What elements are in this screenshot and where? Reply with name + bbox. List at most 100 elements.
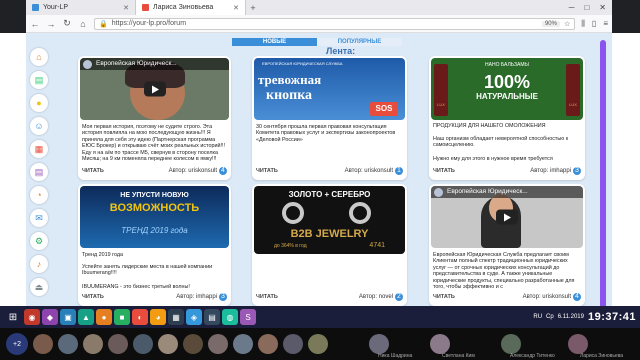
tab-new[interactable]: НОВЫЕ bbox=[232, 38, 317, 46]
card-author[interactable]: Автор: imhappi bbox=[530, 168, 571, 174]
play-icon[interactable] bbox=[143, 81, 166, 97]
sidebar-icon[interactable]: ▯ bbox=[592, 19, 596, 29]
calendar-icon[interactable]: ▦ bbox=[30, 140, 48, 158]
banner-image[interactable]: ЗОЛОТО + СЕРЕБРО B2B JEWELRY до 364% в г… bbox=[254, 186, 405, 254]
address-bar[interactable]: 🔒 https://your-lp.pro/forum 90% ☆ bbox=[94, 17, 576, 30]
gear-icon[interactable]: ⚙ bbox=[30, 232, 48, 250]
close-window-icon[interactable]: ✕ bbox=[599, 3, 606, 12]
home-icon[interactable]: ⌂ bbox=[78, 19, 88, 29]
feed-card: Европейская Юридическ... Моя первая исто… bbox=[78, 56, 231, 180]
banner-image[interactable]: НЕ УПУСТИ НОВУЮ ВОЗМОЖНОСТЬ ТРЕНД 2019 г… bbox=[80, 186, 229, 248]
chat-icon[interactable]: ✉ bbox=[30, 209, 48, 227]
like-count[interactable]: 3 bbox=[573, 167, 581, 175]
card-text: Тренд 2019 года bbox=[82, 252, 123, 258]
app-icon[interactable]: ■ bbox=[114, 309, 130, 325]
like-count[interactable]: 2 bbox=[395, 293, 403, 301]
app-icon[interactable]: S bbox=[240, 309, 256, 325]
avatar[interactable] bbox=[568, 334, 588, 354]
minimize-icon[interactable]: ─ bbox=[569, 3, 575, 12]
avatar[interactable] bbox=[308, 334, 328, 354]
app-icon[interactable]: ▦ bbox=[168, 309, 184, 325]
card-author[interactable]: Автор: uriskonsult bbox=[523, 294, 571, 300]
video-thumbnail[interactable]: Европейская Юридическ... bbox=[431, 186, 583, 248]
read-button[interactable]: ЧИТАТЬ bbox=[433, 294, 455, 300]
app-icon[interactable]: ◈ bbox=[186, 309, 202, 325]
lock-icon: 🔒 bbox=[99, 20, 108, 28]
avatar[interactable] bbox=[108, 334, 128, 354]
avatar[interactable] bbox=[208, 334, 228, 354]
tab-label: Лариса Зиновьева bbox=[153, 4, 214, 11]
avatar[interactable] bbox=[133, 334, 153, 354]
library-icon[interactable]: ⫼ bbox=[581, 19, 585, 29]
bookmark-star-icon[interactable]: ☆ bbox=[564, 20, 570, 28]
browser-tab-active[interactable]: Лариса Зиновьева ✕ bbox=[136, 0, 246, 15]
banner-image[interactable]: НАНО БАЛЬЗАМЫ 100% НАТУРАЛЬНЫЕ LUX LUX bbox=[431, 58, 583, 120]
tab-popular[interactable]: ПОПУЛЯРНЫЕ bbox=[317, 38, 402, 46]
avatar[interactable] bbox=[158, 334, 178, 354]
app-icon[interactable]: ▤ bbox=[204, 309, 220, 325]
read-button[interactable]: ЧИТАТЬ bbox=[82, 168, 104, 174]
close-tab-icon[interactable]: ✕ bbox=[123, 4, 129, 12]
read-button[interactable]: ЧИТАТЬ bbox=[82, 294, 104, 300]
app-icon[interactable]: ◐ bbox=[132, 309, 148, 325]
close-tab-icon[interactable]: ✕ bbox=[233, 4, 239, 12]
card-author[interactable]: Автор: imhappi bbox=[176, 294, 217, 300]
read-button[interactable]: ЧИТАТЬ bbox=[433, 168, 455, 174]
avatar[interactable] bbox=[183, 334, 203, 354]
bell-icon[interactable]: ♪ bbox=[30, 255, 48, 273]
document-icon[interactable]: ▤ bbox=[30, 163, 48, 181]
menu-icon[interactable]: ≡ bbox=[603, 19, 608, 29]
card-author[interactable]: Автор: uriskonsult bbox=[345, 168, 393, 174]
forward-icon[interactable]: → bbox=[46, 19, 56, 29]
avatar[interactable] bbox=[258, 334, 278, 354]
new-tab-button[interactable]: + bbox=[246, 3, 260, 13]
play-icon[interactable] bbox=[496, 209, 518, 225]
avatar[interactable] bbox=[501, 334, 521, 354]
banner-top: ЗОЛОТО + СЕРЕБРО bbox=[288, 190, 371, 199]
video-thumbnail[interactable]: Европейская Юридическ... bbox=[80, 58, 229, 120]
back-icon[interactable]: ← bbox=[30, 19, 40, 29]
read-button[interactable]: ЧИТАТЬ bbox=[256, 294, 278, 300]
participant-name: Александр Титенко bbox=[510, 353, 555, 359]
logout-icon[interactable]: ⏏ bbox=[30, 278, 48, 296]
language-indicator[interactable]: RU bbox=[533, 314, 542, 320]
participant-count[interactable]: +2 bbox=[6, 333, 28, 355]
user-icon[interactable]: ☺ bbox=[30, 117, 48, 135]
card-author[interactable]: Автор: uriskonsult bbox=[169, 168, 217, 174]
app-icon[interactable]: ● bbox=[96, 309, 112, 325]
home-icon[interactable]: ⌂ bbox=[30, 48, 48, 66]
avatar[interactable] bbox=[233, 334, 253, 354]
start-icon[interactable]: ⊞ bbox=[4, 308, 22, 326]
read-button[interactable]: ЧИТАТЬ bbox=[256, 168, 278, 174]
maximize-icon[interactable]: □ bbox=[584, 3, 589, 12]
avatar[interactable] bbox=[83, 334, 103, 354]
browser-tab[interactable]: Your-LP ✕ bbox=[26, 0, 136, 15]
app-icon[interactable]: ◍ bbox=[222, 309, 238, 325]
avatar[interactable] bbox=[58, 334, 78, 354]
scrollbar[interactable] bbox=[600, 40, 606, 320]
avatar[interactable] bbox=[369, 334, 389, 354]
lightbulb-icon[interactable]: ● bbox=[30, 94, 48, 112]
card-author[interactable]: Автор: novel bbox=[359, 294, 393, 300]
app-icon[interactable]: ◉ bbox=[24, 309, 40, 325]
like-count[interactable]: 3 bbox=[219, 293, 227, 301]
firefox-icon[interactable]: ◕ bbox=[150, 309, 166, 325]
banner-line1: тревожная bbox=[258, 72, 322, 87]
banner-top: НЕ УПУСТИ НОВУЮ bbox=[120, 192, 189, 199]
like-count[interactable]: 4 bbox=[573, 293, 581, 301]
avatar[interactable] bbox=[430, 334, 450, 354]
avatar[interactable] bbox=[283, 334, 303, 354]
like-count[interactable]: 1 bbox=[395, 167, 403, 175]
chart-icon[interactable]: ▤ bbox=[30, 71, 48, 89]
banner-line2: кнопка bbox=[266, 88, 313, 103]
like-count[interactable]: 4 bbox=[219, 167, 227, 175]
avatar[interactable] bbox=[33, 334, 53, 354]
pie-icon[interactable]: ◔ bbox=[30, 186, 48, 204]
app-icon[interactable]: ◆ bbox=[42, 309, 58, 325]
zoom-level[interactable]: 90% bbox=[541, 20, 560, 27]
bottle-label: LUX bbox=[437, 102, 445, 107]
app-icon[interactable]: ▲ bbox=[78, 309, 94, 325]
banner-image[interactable]: ЕВРОПЕЙСКАЯ ЮРИДИЧЕСКАЯ СЛУЖБА тревожная… bbox=[254, 58, 405, 120]
reload-icon[interactable]: ↻ bbox=[62, 18, 72, 29]
app-icon[interactable]: ▣ bbox=[60, 309, 76, 325]
